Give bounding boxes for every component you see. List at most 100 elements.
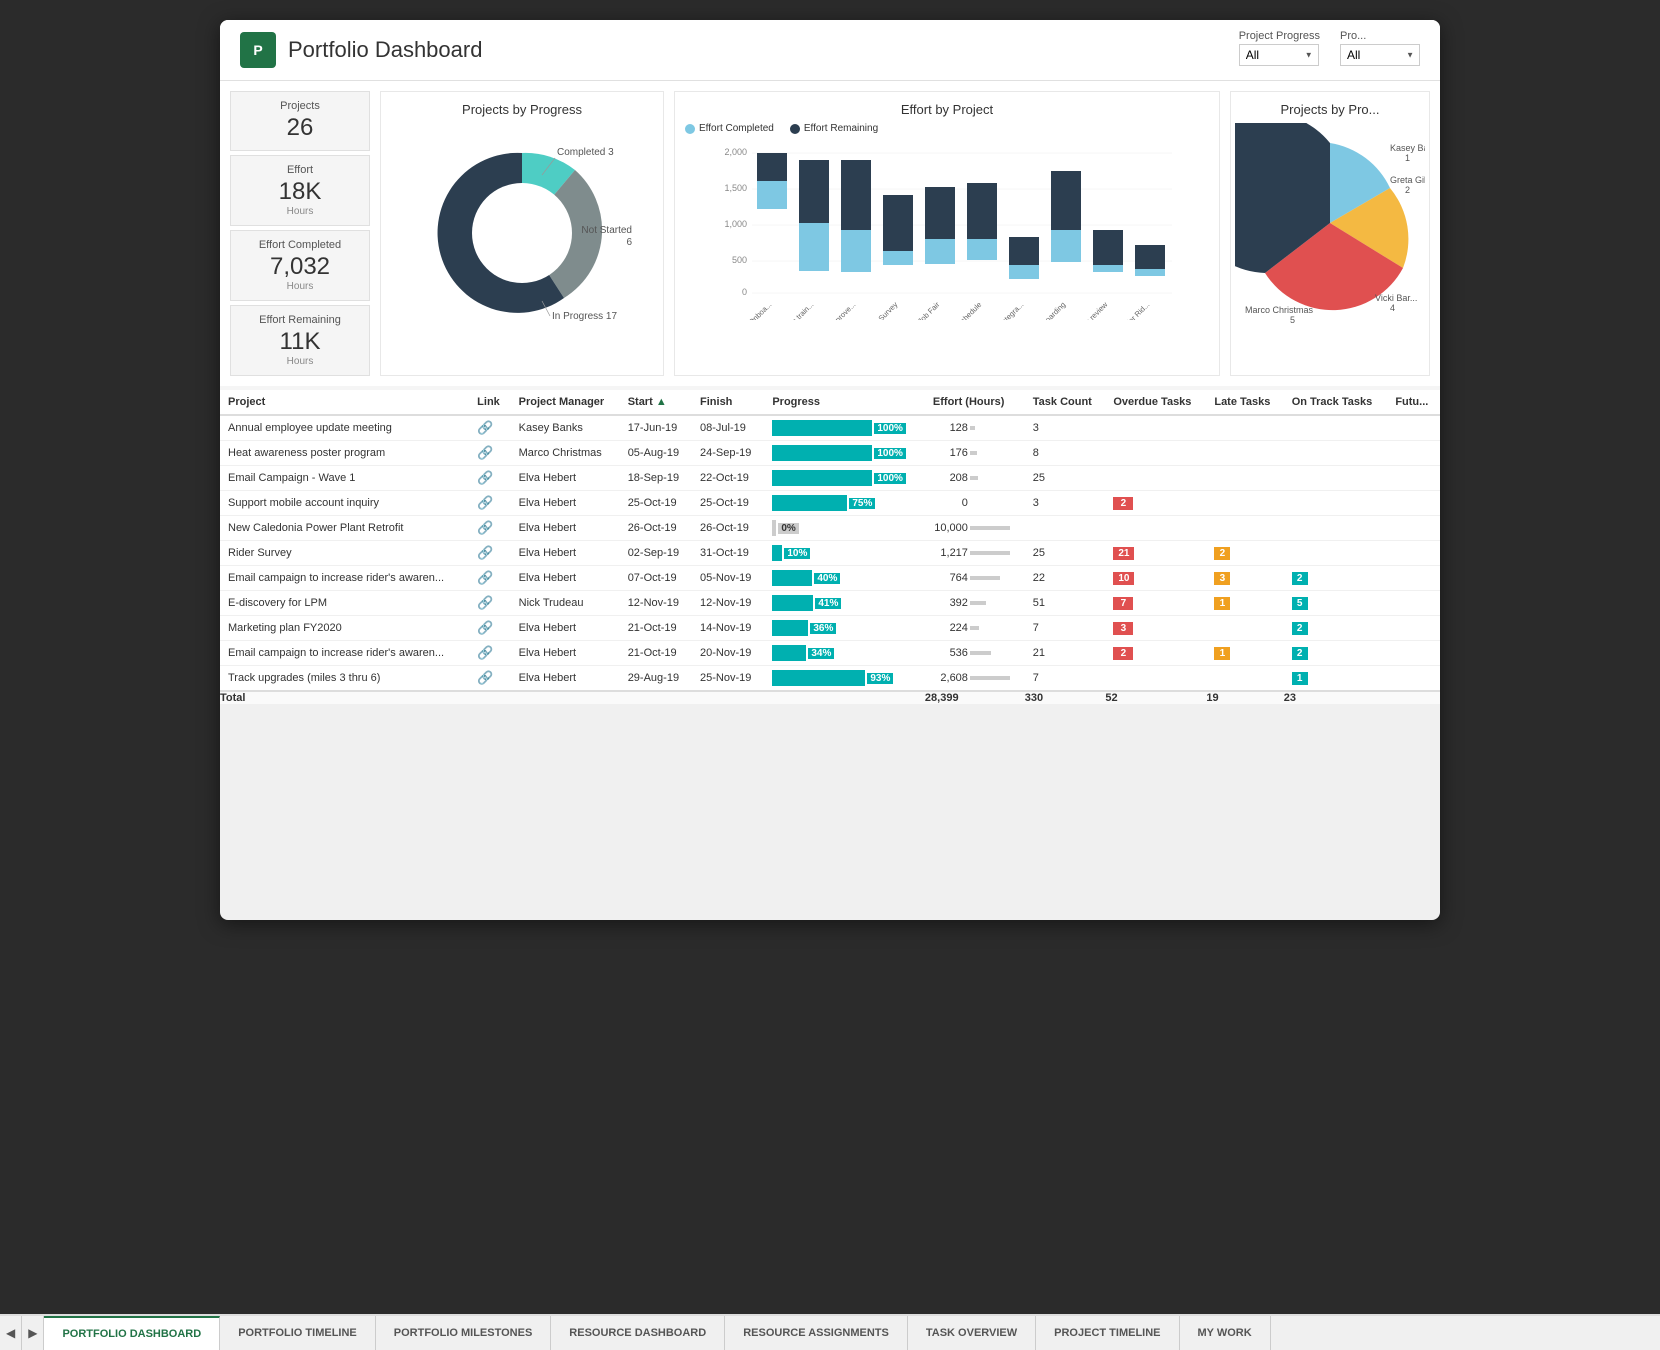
cell-start: 02-Sep-19 [620,541,692,566]
cell-link[interactable]: 🔗 [469,666,510,692]
bar-chart-box: Effort by Project Effort Completed Effor… [674,91,1220,376]
bar-9-completed [1135,269,1165,276]
cell-start: 29-Aug-19 [620,666,692,692]
filter-select-wrap-1[interactable]: All [1239,44,1319,66]
cell-start: 21-Oct-19 [620,616,692,641]
cell-late: 2 [1206,541,1283,566]
cell-manager: Elva Hebert [511,566,620,591]
filter-select-1[interactable]: All [1239,44,1319,66]
link-icon[interactable]: 🔗 [477,670,493,685]
cell-link[interactable]: 🔗 [469,641,510,666]
cell-link[interactable]: 🔗 [469,491,510,516]
cell-task-count: 8 [1025,441,1106,466]
link-icon[interactable]: 🔗 [477,645,493,660]
cell-overdue [1105,415,1206,441]
cell-future [1387,616,1440,641]
cell-late [1206,616,1283,641]
x-label-4: Employee Job Fair [891,300,942,320]
table-row: Annual employee update meeting🔗Kasey Ban… [220,415,1440,441]
bar-9-remaining [1135,245,1165,269]
cell-progress: 34% [764,641,925,666]
cell-progress: 75% [764,491,925,516]
link-icon[interactable]: 🔗 [477,570,493,585]
cell-manager: Nick Trudeau [511,591,620,616]
cell-effort: 176 [925,441,1025,466]
cell-link[interactable]: 🔗 [469,616,510,641]
cell-progress: 100% [764,466,925,491]
cell-link[interactable]: 🔗 [469,466,510,491]
cell-ontrack [1284,516,1388,541]
cell-link[interactable]: 🔗 [469,415,510,441]
cell-future [1387,591,1440,616]
cell-overdue: 10 [1105,566,1206,591]
table-header-row: Project Link Project Manager Start ▲ Fin… [220,390,1440,415]
cell-start: 25-Oct-19 [620,491,692,516]
cell-project-name: New Caledonia Power Plant Retrofit [220,516,469,541]
logo-letter: P [253,42,262,58]
cell-ontrack [1284,441,1388,466]
link-icon[interactable]: 🔗 [477,445,493,460]
link-icon[interactable]: 🔗 [477,595,493,610]
pie-value-kasey: 1 [1405,153,1410,163]
bar-6-completed [1009,265,1039,279]
cell-effort: 536 [925,641,1025,666]
bar-3-completed [883,251,913,265]
kpi-effort-completed: Effort Completed 7,032 Hours [230,230,370,301]
link-icon[interactable]: 🔗 [477,620,493,635]
cell-task-count: 7 [1025,666,1106,692]
cell-task-count: 22 [1025,566,1106,591]
cell-link[interactable]: 🔗 [469,516,510,541]
cell-project-name: Track upgrades (miles 3 thru 6) [220,666,469,692]
cell-finish: 26-Oct-19 [692,516,764,541]
filter-group-2: Pro... All [1340,30,1420,66]
col-finish: Finish [692,390,764,415]
cell-progress: 10% [764,541,925,566]
cell-finish: 31-Oct-19 [692,541,764,566]
col-link: Link [469,390,510,415]
cell-project-name: Marketing plan FY2020 [220,616,469,641]
cell-effort: 224 [925,616,1025,641]
link-icon[interactable]: 🔗 [477,520,493,535]
cell-overdue [1105,666,1206,692]
pie-label-kasey: Kasey Banks [1390,143,1425,153]
cell-project-name: Heat awareness poster program [220,441,469,466]
total-future [1387,691,1440,704]
bar-1-completed [799,223,829,271]
legend-completed: Effort Completed [685,123,774,134]
cell-task-count [1025,516,1106,541]
y-label-1000: 1,000 [724,219,747,229]
link-icon[interactable]: 🔗 [477,495,493,510]
cell-ontrack [1284,415,1388,441]
main-content: Projects 26 Effort 18K Hours Effort Comp… [220,81,1440,704]
kpi-effort-value: 18K [243,178,357,206]
cell-task-count: 25 [1025,541,1106,566]
link-icon[interactable]: 🔗 [477,420,493,435]
pie-value-marco: 5 [1290,315,1295,323]
donut-chart-box: Projects by Progress [380,91,664,376]
kpi-effort-completed-sub: Hours [243,281,357,292]
pie-chart-box: Projects by Pro... Kasey Banks 1 [1230,91,1430,376]
cell-link[interactable]: 🔗 [469,591,510,616]
bar-7-completed [1051,230,1081,262]
cell-link[interactable]: 🔗 [469,441,510,466]
kpi-effort-label: Effort [243,164,357,176]
link-icon[interactable]: 🔗 [477,545,493,560]
legend-completed-dot [685,124,695,134]
cell-link[interactable]: 🔗 [469,541,510,566]
col-late: Late Tasks [1206,390,1283,415]
cell-link[interactable]: 🔗 [469,566,510,591]
cell-task-count: 3 [1025,415,1106,441]
bar-7-remaining [1051,171,1081,230]
cell-ontrack: 5 [1284,591,1388,616]
cell-late: 3 [1206,566,1283,591]
filter-select-2[interactable]: All [1340,44,1420,66]
filter-label-1: Project Progress [1239,30,1320,42]
bar-0-completed [757,181,787,209]
cell-finish: 08-Jul-19 [692,415,764,441]
table-row: Email campaign to increase rider's aware… [220,566,1440,591]
link-icon[interactable]: 🔗 [477,470,493,485]
cell-effort: 10,000 [925,516,1025,541]
kpi-effort-remaining-sub: Hours [243,356,357,367]
cell-start: 07-Oct-19 [620,566,692,591]
filter-select-wrap-2[interactable]: All [1340,44,1420,66]
